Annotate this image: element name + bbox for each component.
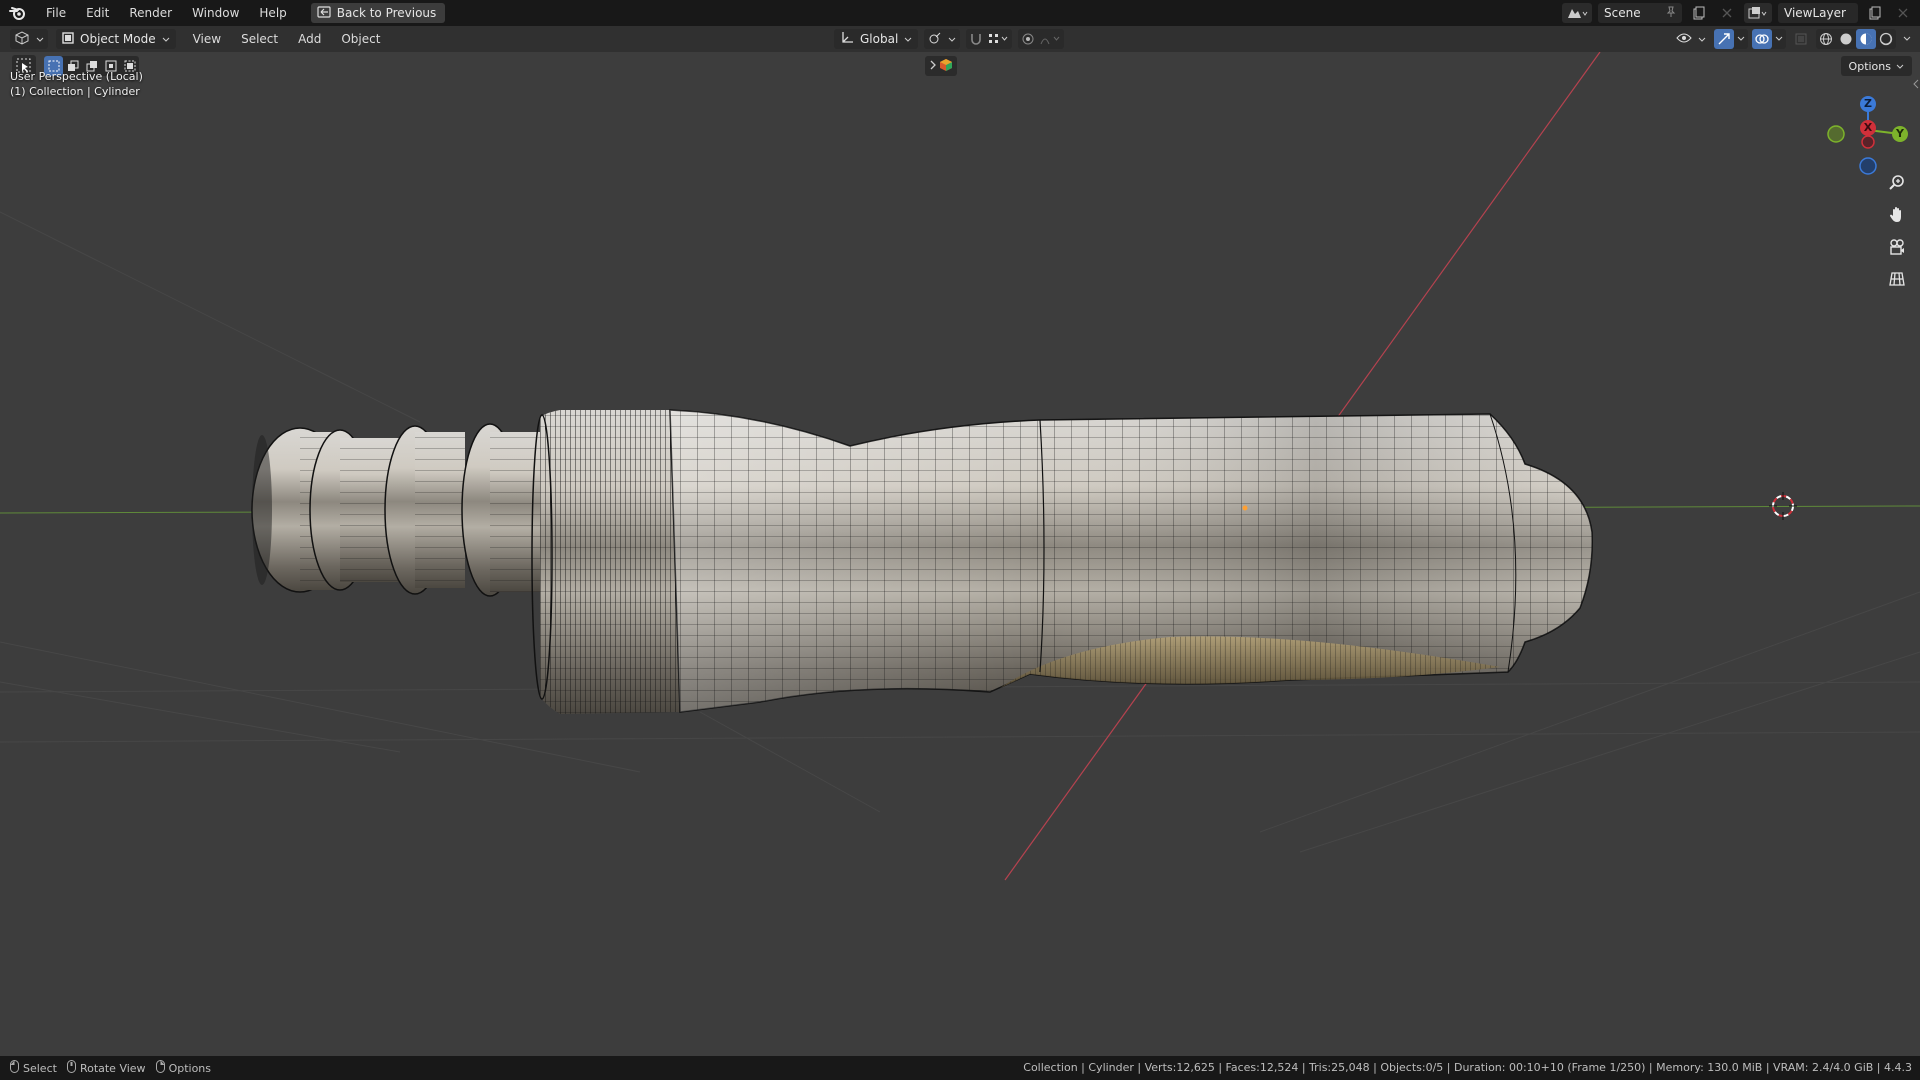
3d-viewport[interactable]: Z Y X User Perspective (Local) (1) Colle… [0,52,1920,1056]
new-view-layer-icon[interactable] [1864,3,1886,23]
handle-body [669,409,1593,713]
editor-type-dropdown[interactable] [10,29,48,49]
scene-name: Scene [1604,6,1641,20]
gizmo-z-label[interactable]: Z [1863,97,1873,110]
gizmo-group [1714,29,1748,49]
status-rotate-hint: Rotate View [66,1060,146,1076]
back-screen-icon [317,5,331,21]
view-layer-name: ViewLayer [1784,6,1846,20]
status-bar: Select Rotate View Options Collection | … [0,1056,1920,1080]
menu-render[interactable]: Render [119,3,182,23]
chevron-down-icon [36,32,44,46]
status-select-label: Select [23,1061,57,1075]
delete-view-layer-icon[interactable] [1892,3,1914,23]
menu-add[interactable]: Add [289,29,330,49]
chevron-right-icon [929,59,937,73]
sidebar-toggle-arrow-icon[interactable] [1910,74,1920,94]
menu-help[interactable]: Help [249,3,296,23]
gizmo-options-chevron-icon[interactable] [1734,29,1748,49]
status-rotate-label: Rotate View [79,1061,146,1075]
solid-shading-icon[interactable] [1836,29,1856,49]
scene-selector-icon[interactable] [1562,3,1592,23]
back-to-previous-label: Back to Previous [336,6,437,20]
overlays-options-chevron-icon[interactable] [1772,29,1786,49]
status-options-hint: Options [155,1060,212,1076]
chevron-down-icon [162,32,170,46]
gizmo-toggle-icon[interactable] [1714,29,1734,49]
transform-orientation-label: Global [860,32,899,46]
camera-view-icon[interactable] [1884,234,1910,260]
menu-view[interactable]: View [184,29,230,49]
gizmo-y-label[interactable]: Y [1895,127,1905,140]
cylinder-end-rings [251,423,540,597]
snapping-group [966,29,1013,49]
pivot-point-dropdown[interactable] [924,29,961,49]
top-bar: File Edit Render Window Help Back to Pre… [0,0,1920,26]
snap-toggle-icon[interactable] [966,29,986,49]
view-layer-field[interactable]: ViewLayer [1778,3,1858,23]
mouse-left-icon [10,1060,19,1076]
object-origin [1242,505,1248,511]
pivot-point-icon [928,31,942,48]
wireframe-shading-icon[interactable] [1816,29,1836,49]
status-select-hint: Select [10,1060,57,1076]
visibility-dropdown[interactable] [1672,29,1710,49]
menu-select[interactable]: Select [232,29,287,49]
navigation-buttons [1884,170,1910,292]
menu-object[interactable]: Object [332,29,389,49]
menu-window[interactable]: Window [182,3,249,23]
pin-icon[interactable] [1666,6,1676,21]
proportional-editing-group [1018,29,1065,49]
eye-visibility-icon [1676,32,1692,47]
orientation-axes-icon [840,31,854,48]
mouse-middle-icon [66,1060,76,1076]
material-preview-shading-icon[interactable] [1856,29,1876,49]
chevron-down-icon [904,32,912,46]
blender-logo-icon[interactable] [0,0,36,26]
delete-scene-icon[interactable] [1716,3,1738,23]
shading-options-chevron-icon[interactable] [1900,29,1914,49]
pan-hand-icon[interactable] [1884,202,1910,228]
menu-edit[interactable]: Edit [76,3,119,23]
view-layer-selector-icon[interactable] [1744,3,1772,23]
asset-cube-icon [939,58,953,75]
back-to-previous-button[interactable]: Back to Previous [310,3,446,23]
mouse-right-icon [155,1060,165,1076]
scene-name-field[interactable]: Scene [1598,3,1682,23]
new-scene-icon[interactable] [1688,3,1710,23]
perspective-label: User Perspective (Local) [10,70,143,83]
gizmo-x-label[interactable]: X [1863,121,1873,134]
options-label: Options [1848,59,1891,73]
viewport-scene [0,52,1920,881]
object-mode-label: Object Mode [80,32,156,46]
collapsed-region-toggle[interactable] [925,56,957,76]
shading-mode-group [1816,29,1896,49]
knurled-band [531,410,680,714]
zoom-icon[interactable] [1884,170,1910,196]
scene-statistics: Collection | Cylinder | Verts:12,625 | F… [1023,1061,1912,1074]
overlays-group [1752,29,1786,49]
status-options-label: Options [168,1061,212,1075]
object-mode-icon [62,31,74,47]
chevron-down-icon [1896,60,1904,73]
falloff-icon[interactable] [1038,29,1064,49]
transform-orientation-dropdown[interactable]: Global [834,29,919,49]
proportional-editing-icon[interactable] [1018,29,1038,49]
viewport-header: Object Mode View Select Add Object Globa… [0,26,1920,52]
viewport-options-button[interactable]: Options [1840,56,1912,76]
toggle-projection-grid-icon[interactable] [1884,266,1910,292]
chevron-down-icon [1698,32,1706,46]
chevron-down-icon [948,32,956,46]
xray-toggle-icon[interactable] [1790,29,1812,49]
overlays-toggle-icon[interactable] [1752,29,1772,49]
object-mode-dropdown[interactable]: Object Mode [56,29,176,49]
menu-file[interactable]: File [36,3,76,23]
rendered-shading-icon[interactable] [1876,29,1896,49]
snap-target-icon[interactable] [986,29,1012,49]
3d-viewport-icon [14,30,30,48]
collection-object-label: (1) Collection | Cylinder [10,85,140,98]
